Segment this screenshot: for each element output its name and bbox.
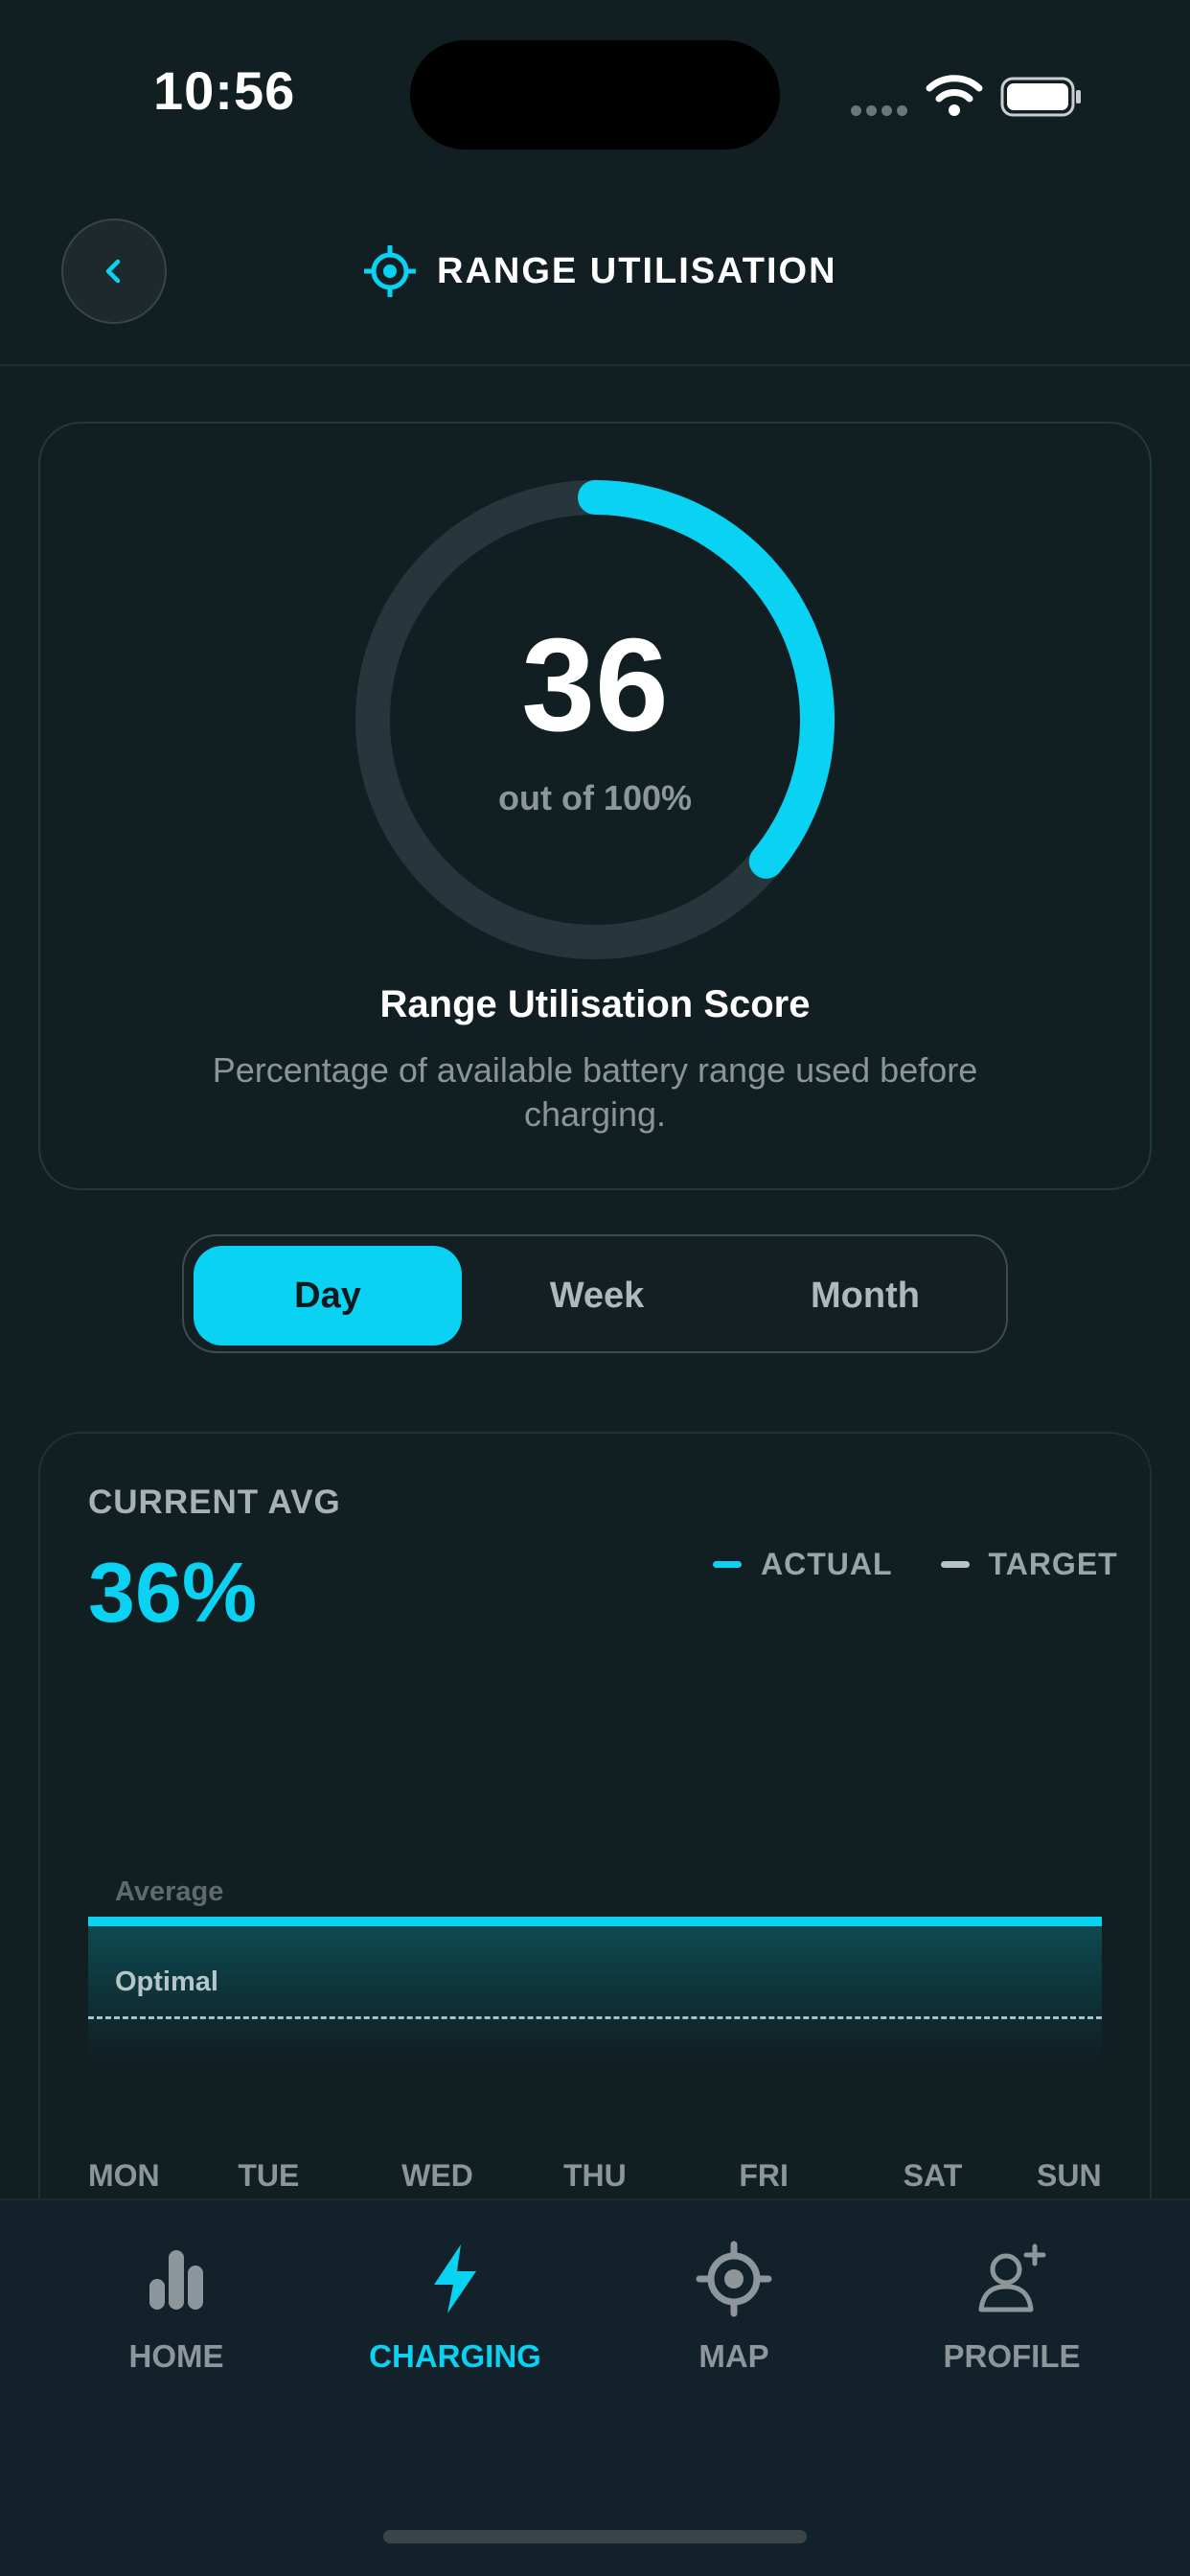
period-month-tab[interactable]: Month xyxy=(731,1246,999,1346)
day-label-wed: WED xyxy=(401,2158,473,2193)
tab-home-label: HOME xyxy=(128,2338,224,2374)
chart-legend: ACTUAL TARGET xyxy=(713,1545,1118,1583)
tab-profile[interactable]: PROFILE xyxy=(897,2241,1127,2384)
dynamic-island xyxy=(410,40,780,150)
period-week-tab[interactable]: Week xyxy=(463,1246,731,1346)
header-divider xyxy=(0,364,1190,366)
screen: 10:56 RANGE UTILISATION 36 out of 100% R… xyxy=(0,0,1190,2576)
average-caption: Average xyxy=(115,1876,224,1907)
score-out-of: out of 100% xyxy=(497,778,693,817)
day-label-sat: SAT xyxy=(903,2158,963,2193)
chevron-left-icon xyxy=(105,259,121,284)
day-label-tue: TUE xyxy=(238,2158,300,2193)
tab-map-label: MAP xyxy=(698,2338,769,2374)
average-line xyxy=(88,1917,1102,1926)
optimal-caption: Optimal xyxy=(115,1966,218,1997)
legend-target-swatch xyxy=(940,1560,970,1568)
day-label-sun: SUN xyxy=(1037,2158,1102,2193)
lightning-icon xyxy=(434,2244,476,2313)
back-button[interactable] xyxy=(61,218,167,324)
day-axis: MON TUE WED THU FRI SAT SUN xyxy=(88,2158,1102,2200)
legend-actual-swatch xyxy=(713,1560,742,1568)
period-day-tab[interactable]: Day xyxy=(194,1246,462,1346)
header-title-group: RANGE UTILISATION xyxy=(364,242,837,301)
current-avg-label: CURRENT AVG xyxy=(88,1484,341,1521)
optimal-line xyxy=(88,2016,1102,2019)
score-value: 36 xyxy=(521,611,669,759)
day-label-fri: FRI xyxy=(739,2158,789,2193)
period-selector: Day Week Month xyxy=(182,1234,1008,1353)
bar-chart-icon xyxy=(149,2250,203,2310)
score-title: Range Utilisation Score xyxy=(379,983,811,1025)
add-user-icon xyxy=(978,2243,1046,2312)
tab-home[interactable]: HOME xyxy=(61,2241,291,2384)
target-icon xyxy=(364,245,416,297)
signal-icon xyxy=(851,104,912,116)
tab-map[interactable]: MAP xyxy=(619,2241,849,2384)
tab-profile-label: PROFILE xyxy=(943,2338,1081,2374)
target-icon xyxy=(696,2241,772,2317)
range-chart: Average Optimal xyxy=(88,1821,1102,2070)
wifi-icon xyxy=(926,75,983,116)
current-avg-value: 36% xyxy=(88,1545,258,1640)
status-time: 10:56 xyxy=(153,60,296,121)
legend-actual-label: ACTUAL xyxy=(761,1546,893,1581)
home-indicator xyxy=(383,2530,807,2543)
day-label-mon: MON xyxy=(88,2158,160,2193)
optimal-band xyxy=(88,1917,1102,2060)
page-title: RANGE UTILISATION xyxy=(437,250,837,291)
score-description: Percentage of available battery range us… xyxy=(212,1050,978,1134)
legend-target-label: TARGET xyxy=(988,1546,1118,1581)
tab-charging[interactable]: CHARGING xyxy=(340,2241,570,2384)
day-label-thu: THU xyxy=(563,2158,627,2193)
tab-charging-label: CHARGING xyxy=(369,2338,541,2374)
battery-icon xyxy=(1000,77,1081,117)
